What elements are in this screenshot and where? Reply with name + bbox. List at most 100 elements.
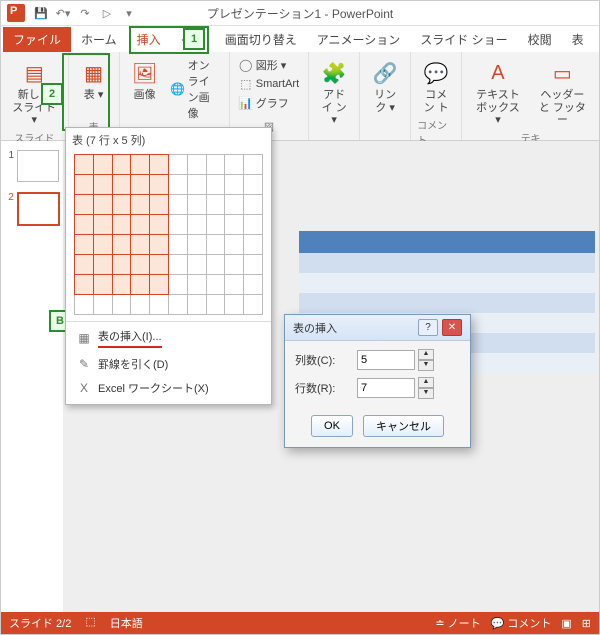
help-button[interactable]: ? bbox=[418, 319, 438, 336]
view-normal-icon[interactable]: ▣ bbox=[561, 617, 571, 630]
dropdown-title: 表 (7 行 x 5 列) bbox=[66, 128, 271, 152]
comments-status-button[interactable]: 💬 コメント bbox=[491, 615, 552, 631]
images-label: 画像 bbox=[134, 89, 156, 102]
title-bar: 💾 ↶▾ ↷ ▷ ▾ プレゼンテーション1 - PowerPoint bbox=[1, 1, 599, 26]
menu-draw-table-label: 罫線を引く(D) bbox=[98, 356, 168, 372]
undo-icon[interactable]: ↶▾ bbox=[55, 5, 71, 21]
window-title: プレゼンテーション1 - PowerPoint bbox=[207, 5, 393, 22]
chart-icon: 📊 bbox=[239, 96, 253, 110]
tab-view[interactable]: 表 bbox=[562, 27, 594, 52]
ribbon-tabs: ファイル ホーム 挿入 イン 画面切り替え アニメーション スライド ショー 校… bbox=[1, 26, 599, 52]
comments-button[interactable]: 💬 コメン ト bbox=[417, 56, 455, 117]
textbox-button[interactable]: A テキスト ボックス ▾ bbox=[468, 56, 528, 130]
notes-label: ノート bbox=[448, 618, 481, 630]
table-button[interactable]: ▦ 表 ▾ bbox=[75, 56, 113, 105]
notes-button[interactable]: ≐ ノート bbox=[435, 615, 480, 631]
annotation-badge-1: 1 bbox=[183, 28, 205, 50]
headerfooter-label: ヘッダーと フッター bbox=[536, 89, 589, 127]
cols-spin-down[interactable]: ▼ bbox=[418, 360, 434, 371]
slideshow-icon[interactable]: ▷ bbox=[99, 5, 115, 21]
dialog-titlebar: 表の挿入 ? ✕ bbox=[285, 315, 470, 341]
menu-insert-table[interactable]: ▦ 表の挿入(I)... bbox=[66, 324, 271, 352]
slide-thumbnails: 1 2 bbox=[1, 141, 64, 612]
table-icon: ▦ bbox=[79, 59, 109, 87]
thumbnail-2[interactable]: 2 bbox=[4, 192, 60, 226]
menu-insert-table-label: 表の挿入(I)... bbox=[98, 328, 162, 348]
addins-label: アドイ ン ▾ bbox=[319, 89, 349, 127]
online-images-label: オンライン画像 bbox=[188, 57, 220, 121]
tab-slideshow[interactable]: スライド ショー bbox=[410, 27, 517, 52]
close-button[interactable]: ✕ bbox=[442, 319, 462, 336]
chart-button[interactable]: 📊グラフ bbox=[236, 94, 302, 112]
chart-label: グラフ bbox=[256, 95, 289, 111]
table-size-grid[interactable] bbox=[74, 154, 263, 315]
thumb-preview bbox=[17, 150, 59, 182]
thumb-preview bbox=[17, 192, 60, 226]
rows-spin-up[interactable]: ▲ bbox=[418, 377, 434, 388]
annotation-badge-2: 2 bbox=[41, 83, 63, 105]
headerfooter-icon: ▭ bbox=[547, 59, 577, 87]
tab-home[interactable]: ホーム bbox=[71, 27, 127, 52]
thumbnail-1[interactable]: 1 bbox=[4, 150, 60, 182]
view-sorter-icon[interactable]: ⊞ bbox=[582, 617, 591, 630]
lang-icon: ⬚ bbox=[85, 615, 95, 631]
smartart-button[interactable]: ⬚SmartArt bbox=[236, 76, 302, 92]
shapes-icon: ◯ bbox=[239, 58, 253, 72]
powerpoint-icon bbox=[7, 4, 25, 22]
images-button[interactable]: 🖼 画像 bbox=[126, 56, 164, 105]
comments-status-label: コメント bbox=[507, 618, 551, 630]
links-label: リンク ▾ bbox=[370, 89, 400, 114]
tab-file[interactable]: ファイル bbox=[3, 27, 71, 52]
qat-customize-icon[interactable]: ▾ bbox=[121, 5, 137, 21]
group-comments: 💬 コメン ト コメント bbox=[411, 52, 462, 140]
thumb-number: 2 bbox=[4, 192, 14, 226]
table-dropdown: 表 (7 行 x 5 列) ▦ 表の挿入(I)... ✎ 罫線を引く(D) X … bbox=[65, 127, 272, 405]
cols-spin-up[interactable]: ▲ bbox=[418, 349, 434, 360]
table-label: 表 ▾ bbox=[84, 89, 104, 102]
thumb-number: 1 bbox=[4, 150, 14, 182]
smartart-icon: ⬚ bbox=[239, 77, 253, 91]
smartart-label: SmartArt bbox=[256, 78, 299, 90]
cancel-button[interactable]: キャンセル bbox=[363, 415, 444, 437]
cols-input[interactable] bbox=[357, 350, 415, 370]
rows-label: 行数(R): bbox=[295, 380, 353, 396]
headerfooter-button[interactable]: ▭ ヘッダーと フッター bbox=[532, 56, 593, 130]
language-label: 日本語 bbox=[110, 615, 143, 631]
tab-animations[interactable]: アニメーション bbox=[307, 27, 411, 52]
insert-table-dialog: 表の挿入 ? ✕ 列数(C): ▲▼ 行数(R): ▲▼ OK キャンセル bbox=[284, 314, 471, 448]
quick-access-toolbar: 💾 ↶▾ ↷ ▷ ▾ bbox=[33, 5, 137, 21]
addins-button[interactable]: 🧩 アドイ ン ▾ bbox=[315, 56, 353, 130]
redo-icon[interactable]: ↷ bbox=[77, 5, 93, 21]
shapes-label: 図形 ▾ bbox=[256, 57, 287, 73]
insert-table-icon: ▦ bbox=[76, 330, 92, 346]
rows-input[interactable] bbox=[357, 378, 415, 398]
save-icon[interactable]: 💾 bbox=[33, 5, 49, 21]
group-addins: 🧩 アドイ ン ▾ bbox=[309, 52, 360, 140]
ok-button[interactable]: OK bbox=[311, 415, 353, 437]
online-images-button[interactable]: 🌐オンライン画像 bbox=[168, 56, 223, 122]
rows-spin-down[interactable]: ▼ bbox=[418, 388, 434, 399]
tab-review[interactable]: 校閲 bbox=[518, 27, 562, 52]
shapes-button[interactable]: ◯図形 ▾ bbox=[236, 56, 302, 74]
draw-table-icon: ✎ bbox=[76, 356, 92, 372]
menu-excel-sheet-label: Excel ワークシート(X) bbox=[98, 380, 209, 396]
textbox-icon: A bbox=[483, 59, 513, 87]
excel-icon: X bbox=[76, 380, 92, 396]
tab-insert[interactable]: 挿入 bbox=[127, 27, 171, 52]
links-button[interactable]: 🔗 リンク ▾ bbox=[366, 56, 404, 117]
comments-label: コメン ト bbox=[421, 89, 451, 114]
textbox-label: テキスト ボックス ▾ bbox=[472, 89, 524, 127]
group-links: 🔗 リンク ▾ bbox=[360, 52, 411, 140]
tab-transitions[interactable]: 画面切り替え bbox=[215, 27, 307, 52]
group-text: A テキスト ボックス ▾ ▭ ヘッダーと フッター テキ bbox=[462, 52, 599, 140]
addins-icon: 🧩 bbox=[319, 59, 349, 87]
dialog-title: 表の挿入 bbox=[293, 320, 337, 336]
images-icon: 🖼 bbox=[130, 59, 160, 87]
links-icon: 🔗 bbox=[370, 59, 400, 87]
comments-icon: 💬 bbox=[421, 59, 451, 87]
app-window: 💾 ↶▾ ↷ ▷ ▾ プレゼンテーション1 - PowerPoint ファイル … bbox=[0, 0, 600, 635]
menu-draw-table[interactable]: ✎ 罫線を引く(D) bbox=[66, 352, 271, 376]
menu-excel-sheet[interactable]: X Excel ワークシート(X) bbox=[66, 376, 271, 400]
status-bar: スライド 2/2 ⬚ 日本語 ≐ ノート 💬 コメント ▣ ⊞ bbox=[1, 612, 599, 634]
slide-counter: スライド 2/2 bbox=[9, 615, 71, 631]
